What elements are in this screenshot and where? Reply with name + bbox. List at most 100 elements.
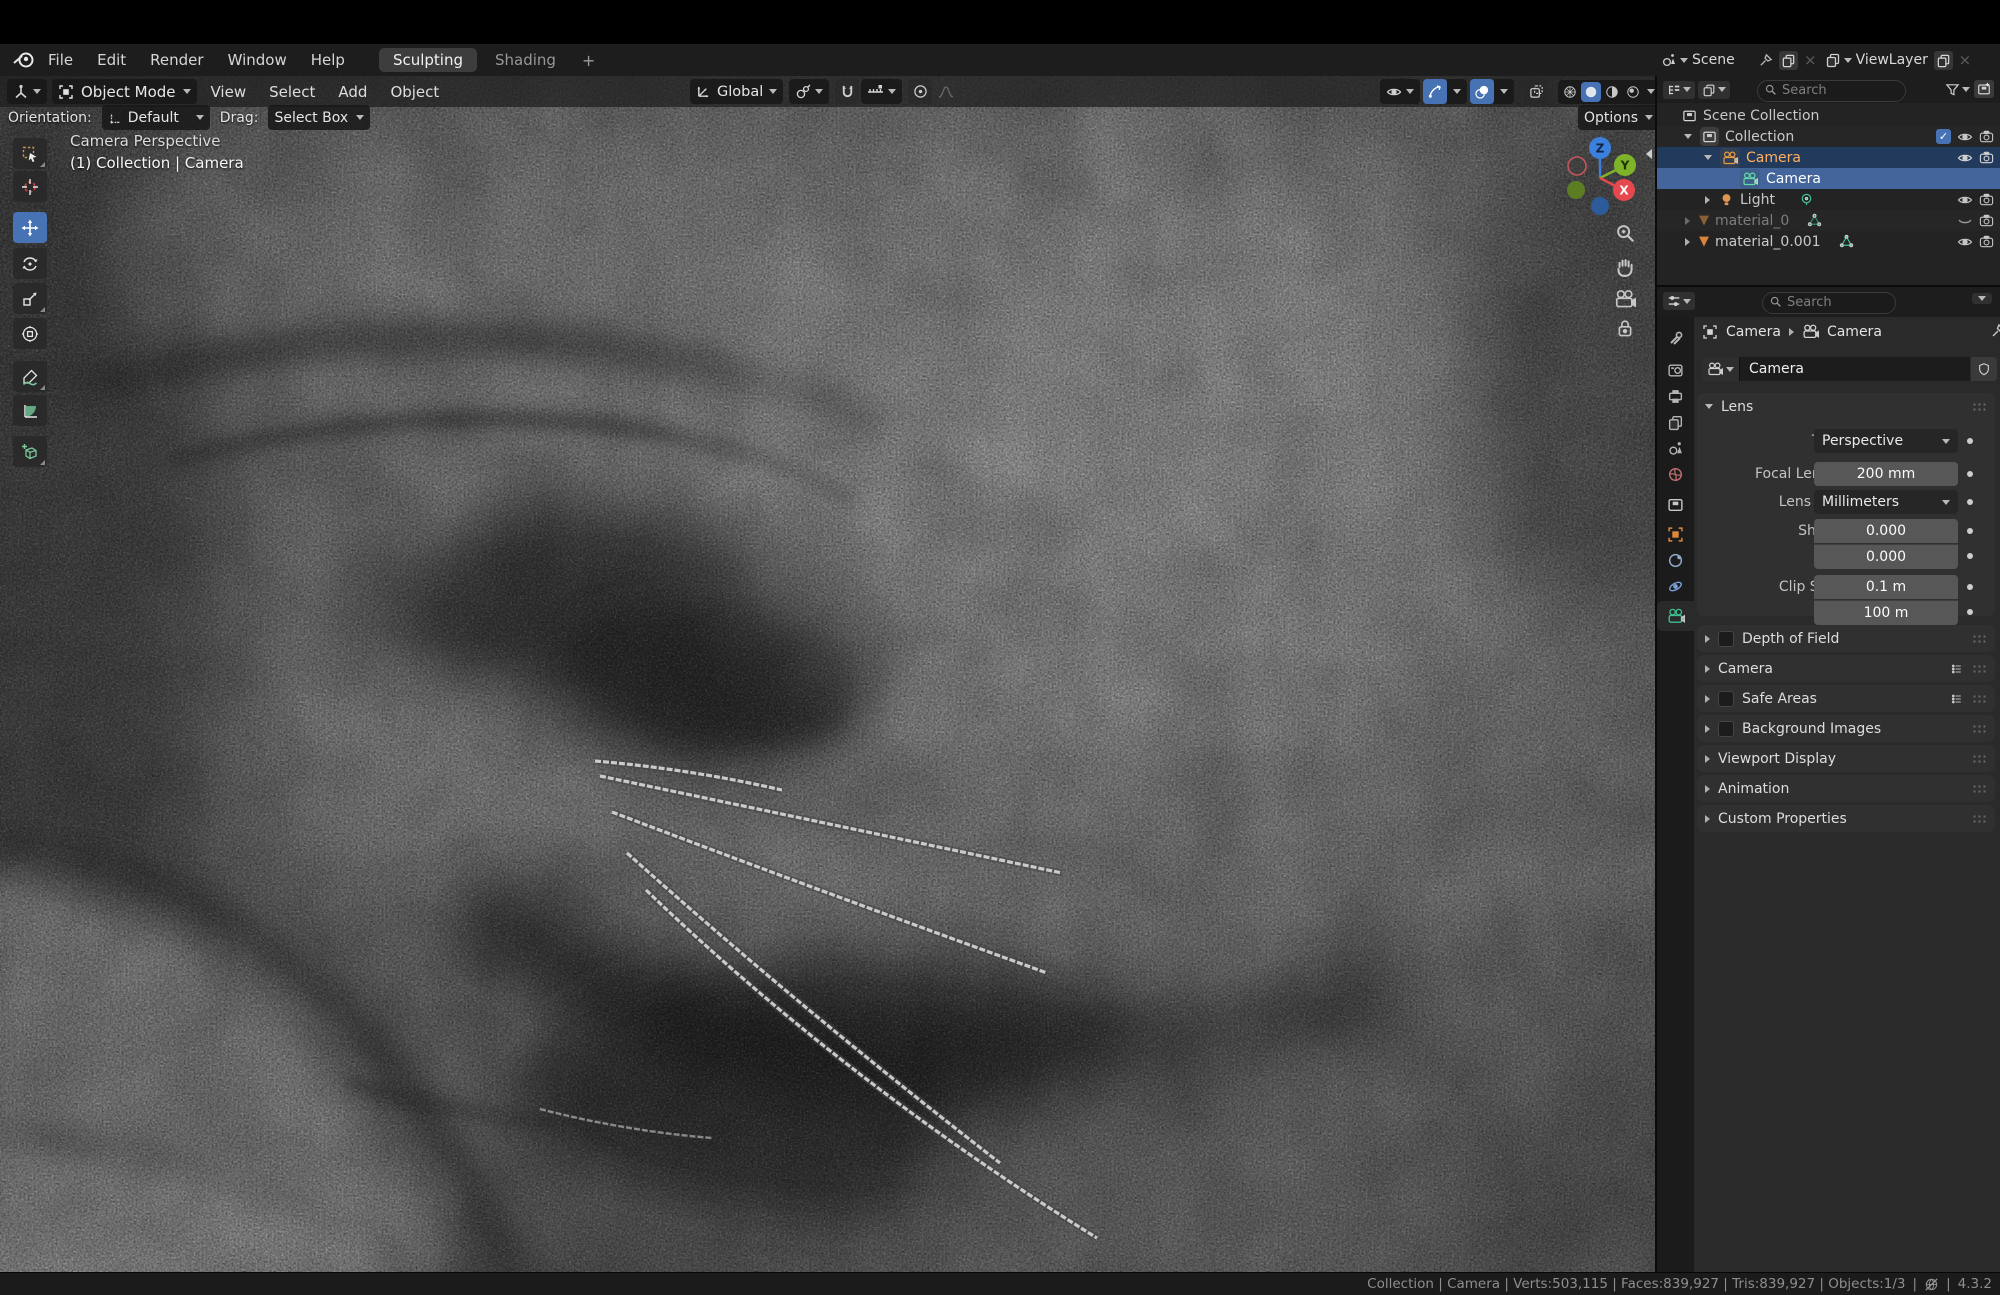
outliner-row-camera-object[interactable]: Camera	[1657, 147, 2000, 168]
menu-edit[interactable]: Edit	[85, 44, 138, 76]
menu-file[interactable]: File	[36, 44, 85, 76]
viewlayer-icon[interactable]	[1825, 52, 1841, 68]
tool-measure[interactable]	[13, 395, 47, 426]
outliner-display-mode-selector[interactable]	[1698, 81, 1730, 99]
editor-type-selector[interactable]	[7, 79, 47, 104]
gizmos-toggle[interactable]	[1423, 79, 1447, 104]
animate-dot[interactable]	[1967, 438, 1973, 444]
safe-areas-checkbox[interactable]	[1718, 691, 1734, 707]
clip-end-field[interactable]: 100 m	[1814, 600, 1958, 625]
outliner-row-camera-data[interactable]: Camera	[1657, 168, 2000, 189]
panel-background-images[interactable]: Background Images	[1697, 715, 1995, 742]
orientation-setting-dropdown[interactable]: Default	[102, 105, 210, 130]
collection-exclude-checkbox[interactable]: ✓	[1936, 129, 1951, 144]
delete-scene-button[interactable]: ×	[1798, 51, 1825, 69]
depth-of-field-checkbox[interactable]	[1718, 631, 1734, 647]
workspace-tab-sculpting[interactable]: Sculpting	[379, 48, 477, 72]
camera-view-button[interactable]	[1614, 288, 1636, 310]
network-offline-icon[interactable]	[1924, 1277, 1939, 1292]
lens-type-dropdown[interactable]: Perspective	[1814, 429, 1958, 453]
breadcrumb-object-label[interactable]: Camera	[1726, 324, 1781, 340]
tool-add-cube[interactable]	[13, 436, 47, 467]
viewport-canvas[interactable]: Object Mode View Select Add Object Globa…	[0, 76, 1655, 1272]
hide-eye-icon[interactable]	[1957, 234, 1973, 250]
id-type-selector[interactable]	[1702, 357, 1739, 381]
collapse-chevron[interactable]	[1705, 196, 1710, 204]
tab-tool[interactable]	[1657, 325, 1694, 351]
snap-toggle[interactable]	[835, 79, 859, 104]
presets-icon[interactable]	[1950, 693, 1964, 705]
lens-panel-header[interactable]: Lens	[1697, 393, 1995, 420]
new-collection-button[interactable]	[1974, 80, 1994, 98]
shading-wireframe-button[interactable]	[1560, 82, 1580, 102]
hide-eye-icon[interactable]	[1957, 192, 1973, 208]
hidden-eye-closed-icon[interactable]	[1957, 213, 1973, 229]
tool-move[interactable]	[13, 212, 47, 243]
overlays-dropdown[interactable]	[1494, 79, 1514, 104]
new-viewlayer-button[interactable]	[1934, 51, 1953, 70]
shift-y-field[interactable]: 0.000	[1814, 544, 1958, 569]
navigation-gizmo[interactable]: Z Y X	[1552, 132, 1648, 228]
disable-render-camera-icon[interactable]	[1979, 234, 1994, 249]
outliner-item-label[interactable]: material_0.001	[1715, 234, 1821, 250]
clip-start-field[interactable]: 0.1 m	[1814, 575, 1958, 599]
menu-render[interactable]: Render	[138, 44, 215, 76]
options-dropdown[interactable]: Options	[1578, 105, 1659, 130]
tab-output[interactable]	[1657, 383, 1694, 409]
snap-target-selector[interactable]	[861, 79, 902, 104]
background-images-checkbox[interactable]	[1718, 721, 1734, 737]
proportional-falloff-selector[interactable]	[934, 79, 958, 104]
outliner-item-label[interactable]: Camera	[1766, 171, 1821, 187]
delete-viewlayer-button[interactable]: ×	[1953, 51, 1976, 69]
tab-collection[interactable]	[1657, 491, 1694, 517]
tab-object[interactable]	[1657, 521, 1694, 547]
shading-dropdown-chevron[interactable]	[1647, 89, 1655, 94]
tool-scale[interactable]	[13, 283, 47, 314]
tab-render[interactable]	[1657, 357, 1694, 383]
pivot-point-selector[interactable]	[789, 79, 829, 104]
outliner-row-material-0-001[interactable]: ▼ material_0.001	[1657, 231, 2000, 252]
gizmos-dropdown[interactable]	[1447, 79, 1467, 104]
panel-safe-areas[interactable]: Safe Areas	[1697, 685, 1995, 712]
gizmo-axis-neg-x[interactable]	[1568, 157, 1586, 175]
pan-hand-button[interactable]	[1614, 256, 1636, 278]
tool-cursor[interactable]	[13, 171, 47, 202]
hide-eye-icon[interactable]	[1957, 150, 1973, 166]
menu-select[interactable]: Select	[260, 76, 324, 107]
outliner-row-material-0[interactable]: ▼ material_0	[1657, 210, 2000, 231]
scene-selector-chevron[interactable]	[1680, 58, 1688, 63]
animate-dot[interactable]	[1967, 609, 1973, 615]
collapse-chevron[interactable]	[1685, 238, 1690, 246]
outliner-row-scene-collection[interactable]: Scene Collection	[1657, 105, 2000, 126]
menu-help[interactable]: Help	[299, 44, 357, 76]
tab-scene[interactable]	[1657, 435, 1694, 461]
viewlayer-name[interactable]: ViewLayer	[1856, 52, 1934, 68]
transform-orientation-selector[interactable]: Global	[690, 79, 783, 104]
menu-window[interactable]: Window	[216, 44, 299, 76]
new-scene-button[interactable]	[1779, 51, 1798, 70]
zoom-button[interactable]	[1614, 222, 1636, 244]
scene-icon[interactable]	[1661, 52, 1677, 68]
gizmo-axis-neg-y[interactable]	[1567, 181, 1585, 199]
expand-chevron[interactable]	[1684, 134, 1692, 139]
lens-unit-dropdown[interactable]: Millimeters	[1814, 490, 1958, 514]
menu-view[interactable]: View	[202, 76, 256, 107]
overlays-toggle[interactable]	[1470, 79, 1494, 104]
expand-chevron[interactable]	[1704, 155, 1712, 160]
properties-options-dropdown[interactable]	[1972, 293, 1992, 304]
tab-physics[interactable]	[1657, 573, 1694, 599]
breadcrumb-data-label[interactable]: Camera	[1827, 324, 1882, 340]
pin-id-icon[interactable]	[1990, 323, 2000, 339]
tool-transform[interactable]	[13, 318, 47, 349]
outliner-row-light[interactable]: Light	[1657, 189, 2000, 210]
drag-setting-dropdown[interactable]: Select Box	[268, 105, 370, 130]
shading-rendered-button[interactable]	[1623, 82, 1643, 102]
outliner-item-label[interactable]: Collection	[1725, 129, 1794, 145]
tab-object-data[interactable]	[1657, 601, 1694, 631]
animate-dot[interactable]	[1967, 553, 1973, 559]
proportional-editing-toggle[interactable]	[908, 79, 932, 104]
panel-animation[interactable]: Animation	[1697, 775, 1995, 802]
scene-name[interactable]: Scene	[1692, 52, 1758, 68]
presets-icon[interactable]	[1950, 663, 1964, 675]
visibility-dropdown[interactable]	[1380, 79, 1420, 104]
